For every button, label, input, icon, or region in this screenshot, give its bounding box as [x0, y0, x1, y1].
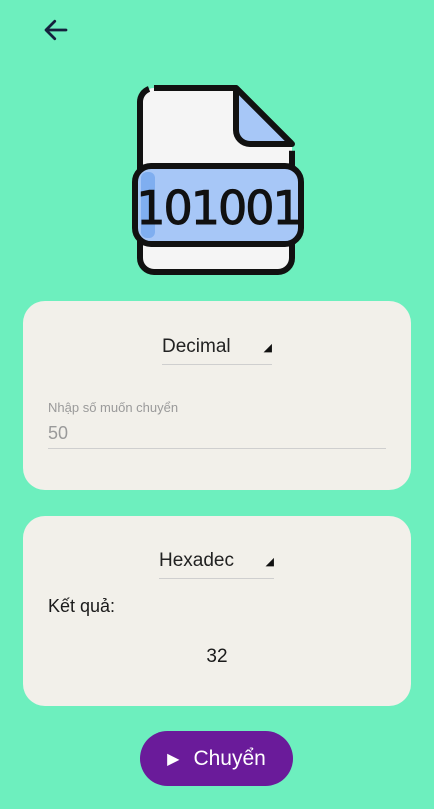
dropdown-caret-icon: ◢	[263, 341, 272, 354]
from-unit-select[interactable]: Decimal ◢	[162, 336, 272, 365]
input-card: Decimal ◢ Nhập số muốn chuyển	[23, 301, 411, 490]
binary-digits: 101001	[136, 181, 300, 235]
binary-file-icon: 101001	[132, 85, 304, 275]
back-button[interactable]	[38, 12, 74, 48]
result-value: 32	[206, 646, 228, 667]
convert-button[interactable]: ▶ Chuyển	[140, 731, 293, 786]
number-input[interactable]	[48, 419, 386, 449]
output-card: Hexadec ◢ Kết quả: 32	[23, 516, 411, 706]
play-icon: ▶	[167, 750, 180, 768]
to-unit-select[interactable]: Hexadec ◢	[159, 550, 274, 579]
to-unit-value: Hexadec	[159, 550, 234, 571]
result-label: Kết quả:	[48, 596, 116, 616]
from-unit-value: Decimal	[162, 336, 231, 357]
number-input-label: Nhập số muốn chuyển	[48, 400, 179, 415]
convert-button-label: Chuyển	[193, 746, 266, 770]
dropdown-caret-icon: ◢	[265, 555, 274, 568]
arrow-left-icon	[44, 19, 68, 41]
